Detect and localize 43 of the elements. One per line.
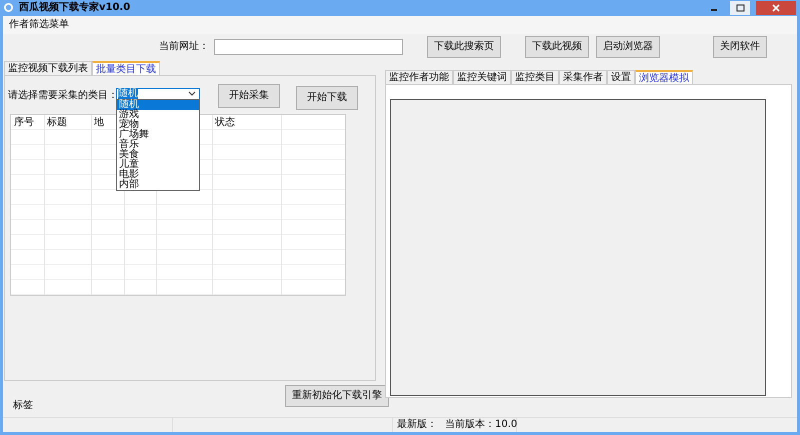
action-button[interactable]: 开始下载 — [296, 86, 358, 110]
tab[interactable]: 监控视频下载列表 — [4, 61, 92, 75]
toolbar-button[interactable]: 下载此视频 — [525, 36, 589, 58]
tab[interactable]: 批量类目下载 — [92, 61, 160, 76]
tab[interactable]: 监控类目 — [511, 70, 559, 84]
status-text: 当前版本：10.0 — [445, 419, 518, 431]
dropdown-option[interactable]: 随机 — [117, 100, 199, 110]
reinitialize-button[interactable]: 重新初始化下载引擎 — [285, 385, 389, 407]
dropdown-option[interactable]: 广场舞 — [117, 130, 199, 140]
status-text: 最新版： — [397, 419, 437, 431]
category-label: 请选择需要采集的类目： — [8, 90, 116, 102]
action-button[interactable]: 开始采集 — [218, 84, 280, 108]
tab[interactable]: 采集作者 — [559, 70, 607, 84]
tab[interactable]: 设置 — [607, 70, 635, 84]
caret-icon — [188, 91, 196, 97]
url-field[interactable] — [214, 38, 403, 55]
toolbar-button[interactable]: 关闭软件 — [713, 36, 767, 58]
url-label: 当前网址： — [159, 40, 210, 53]
tab[interactable]: 浏览器模拟 — [635, 70, 693, 85]
column-header[interactable]: 标题 — [47, 117, 67, 129]
dropdown-option[interactable]: 儿童 — [117, 160, 199, 170]
category-select[interactable]: 随机 — [116, 88, 200, 100]
column-header[interactable]: 状态 — [215, 117, 235, 129]
app-icon — [4, 3, 13, 12]
close-button[interactable] — [756, 0, 796, 15]
column-header[interactable]: 序号 — [14, 117, 34, 129]
toolbar-button[interactable]: 下载此搜索页 — [427, 36, 501, 58]
dropdown-option[interactable]: 美食 — [117, 150, 199, 160]
window-title: 西瓜视频下载专家v10.0 — [19, 2, 130, 14]
tab[interactable]: 监控关键词 — [453, 70, 511, 84]
maximize-icon — [736, 4, 744, 12]
maximize-button[interactable] — [730, 0, 750, 15]
menu-item[interactable]: 作者筛选菜单 — [9, 18, 69, 31]
dropdown-option[interactable]: 电影 — [117, 170, 199, 180]
status-label: 标签 — [13, 400, 33, 412]
dropdown-option[interactable]: 内部 — [117, 180, 199, 190]
toolbar-button[interactable]: 启动浏览器 — [596, 36, 660, 58]
column-header[interactable]: 地 — [94, 117, 104, 129]
tab[interactable]: 监控作者功能 — [385, 70, 453, 84]
dropdown-option[interactable]: 音乐 — [117, 140, 199, 150]
close-icon — [772, 4, 780, 12]
dropdown-option[interactable]: 游戏 — [117, 110, 199, 120]
dropdown-option[interactable]: 宠物 — [117, 120, 199, 130]
